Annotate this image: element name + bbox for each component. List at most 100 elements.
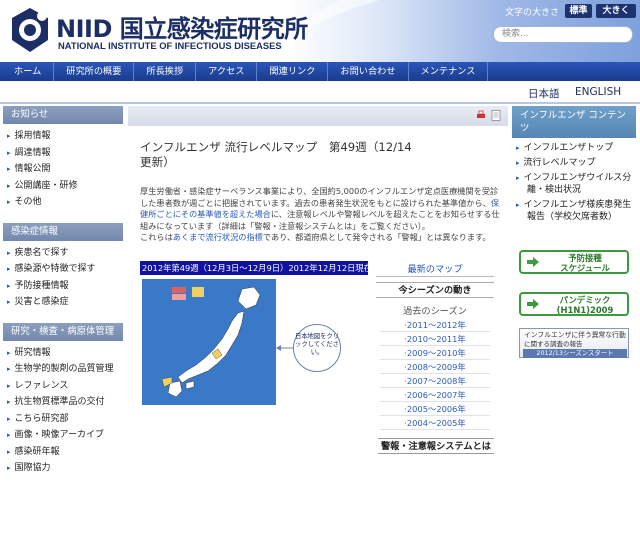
sidebar-heading-news: お知らせ xyxy=(3,106,123,124)
sidebar-item-influenza-top[interactable]: インフルエンザトップ xyxy=(512,142,636,154)
past-season-label: 2010～2011年 xyxy=(406,334,466,344)
past-season-link[interactable]: ·2008～2009年 xyxy=(380,360,490,374)
nav-greeting[interactable]: 所長挨拶 xyxy=(134,62,197,81)
description-paragraph: 厚生労働省・感染症サーベランス事業により、全国約5,000のインフルエンザ定点医… xyxy=(140,186,502,232)
search-input[interactable]: 検索... xyxy=(493,26,633,43)
nav-home[interactable]: ホーム xyxy=(0,62,55,81)
page-title-line2: 更新） xyxy=(140,155,175,169)
sidebar-item-school-absence[interactable]: インフルエンザ様疾患発生報告（学校欠席者数） xyxy=(512,199,636,223)
sidebar-item-antibiotics[interactable]: 抗生物質標準品の交付 xyxy=(3,394,123,411)
font-size-label: 文字の大きさ xyxy=(505,8,560,18)
sidebar-item-virus-detection[interactable]: インフルエンザウイルス分離・検出状況 xyxy=(512,172,636,196)
site-title[interactable]: NIID 国立感染症研究所 xyxy=(56,9,308,44)
indicator-link[interactable]: あくまで流行状況の指標 xyxy=(173,232,263,242)
sidebar-item-level-map[interactable]: 流行レベルマップ xyxy=(512,157,636,169)
map-period-banner: 2012年第49週（12月3日〜12月9日）2012年12月12日現在 xyxy=(140,261,368,275)
past-season-link[interactable]: ·2009～2010年 xyxy=(380,346,490,360)
past-season-label: 2008～2009年 xyxy=(406,362,466,372)
past-season-link[interactable]: ·2005～2006年 xyxy=(380,402,490,416)
nav-about[interactable]: 研究所の概要 xyxy=(54,62,135,81)
past-season-label: 2006～2007年 xyxy=(406,390,466,400)
sidebar-item-source-search[interactable]: 感染源や特徴で探す xyxy=(3,261,123,278)
arrow-right-icon xyxy=(527,299,539,309)
font-size-standard-button[interactable]: 標準 xyxy=(565,4,592,18)
left-sidebar: お知らせ 採用情報 調達情報 情報公開 公開講座・研修 その他 感染症情報 疾患… xyxy=(3,106,123,483)
page-title: インフルエンザ 流行レベルマップ 第49週（12/14 更新） xyxy=(140,140,440,170)
description-text-a: 厚生労働省・感染症サーベランス事業により、全国約5,000のインフルエンザ定点医… xyxy=(140,186,499,208)
alert-system-link[interactable]: 警報・注意報システムとは xyxy=(378,438,494,454)
button-label-line2: スケジュール xyxy=(560,263,610,273)
past-season-link[interactable]: ·2007～2008年 xyxy=(380,374,490,388)
sidebar-item-disclosure[interactable]: 情報公開 xyxy=(3,161,123,178)
site-header: NIID 国立感染症研究所 NATIONAL INSTITUTE OF INFE… xyxy=(0,0,640,62)
sidebar-item-international[interactable]: 国際協力 xyxy=(3,460,123,477)
sidebar-item-procurement[interactable]: 調達情報 xyxy=(3,145,123,162)
lang-japanese[interactable]: 日本語 xyxy=(528,86,560,101)
sidebar-item-vaccination[interactable]: 予防接種情報 xyxy=(3,278,123,295)
past-season-link[interactable]: ·2004～2005年 xyxy=(380,416,490,430)
past-season-label: 2009～2010年 xyxy=(406,348,466,358)
japan-map-icon[interactable] xyxy=(142,279,276,405)
sidebar-item-label-cont: 報告（学校欠席者数） xyxy=(527,212,618,222)
print-icon[interactable] xyxy=(476,110,486,120)
disclaimer-text-b: であり、都道府県として発令される「警報」とは異なります。 xyxy=(262,232,491,242)
lang-english[interactable]: ENGLISH xyxy=(575,86,621,98)
legend-alert-swatch xyxy=(172,294,186,300)
legend-mid-swatch xyxy=(192,287,204,297)
sidebar-item-archive[interactable]: 画像・映像アーカイブ xyxy=(3,427,123,444)
nav-contact[interactable]: お問い合わせ xyxy=(328,62,409,81)
sidebar-item-research-info[interactable]: 研究情報 xyxy=(3,345,123,362)
site-subtitle: NATIONAL INSTITUTE OF INFECTIOUS DISEASE… xyxy=(58,40,282,51)
banner-text-line2: に関する調査の報告 xyxy=(524,340,583,348)
pandemic-h1n1-button[interactable]: パンデミック (H1N1)2009 xyxy=(519,292,629,316)
main-nav: ホーム 研究所の概要 所長挨拶 アクセス 関連リンク お問い合わせ メンテナンス xyxy=(0,62,640,81)
disclaimer-text-a: これらは xyxy=(140,232,173,242)
sidebar-heading-research: 研究・検査・病原体管理 xyxy=(3,322,123,341)
main-content: インフルエンザ 流行レベルマップ 第49週（12/14 更新） 厚生労働省・感染… xyxy=(128,106,508,541)
sidebar-item-other[interactable]: その他 xyxy=(3,194,123,211)
abnormal-behavior-banner[interactable]: インフルエンザに伴う異常な行動 に関する調査の報告 2012/13シーズンスター… xyxy=(519,328,629,358)
arrow-right-icon xyxy=(527,257,539,267)
sidebar-item-label: インフルエンザトップ xyxy=(523,143,614,153)
sidebar-item-label: インフルエンザウイルス分 xyxy=(523,173,632,183)
sidebar-item-reference[interactable]: レファレンス xyxy=(3,378,123,395)
sidebar-item-biologics[interactable]: 生物学的製剤の品質管理 xyxy=(3,361,123,378)
nav-access[interactable]: アクセス xyxy=(196,62,258,81)
this-season-link[interactable]: 今シーズンの動き xyxy=(376,282,494,298)
map-click-note: 日本地図をクリックしてください。 xyxy=(293,324,341,372)
past-season-link[interactable]: ·2010～2011年 xyxy=(380,332,490,346)
sidebar-item-disaster[interactable]: 災害と感染症 xyxy=(3,294,123,311)
sidebar-item-lectures[interactable]: 公開講座・研修 xyxy=(3,178,123,195)
arrow-left-icon xyxy=(276,345,294,351)
sidebar-item-disease-search[interactable]: 疾患名で探す xyxy=(3,245,123,262)
page-title-line1: インフルエンザ 流行レベルマップ 第49週（12/14 xyxy=(140,140,412,154)
past-season-label: 2005～2006年 xyxy=(406,404,466,414)
past-season-label: 2004～2005年 xyxy=(406,418,466,428)
sidebar-heading-influenza: インフルエンザ コンテンツ xyxy=(512,106,636,138)
document-icon[interactable] xyxy=(491,110,501,121)
sidebar-item-label-cont: 離・検出状況 xyxy=(527,185,582,195)
japan-map[interactable] xyxy=(142,279,276,405)
banner-text-line1: インフルエンザに伴う異常な行動 xyxy=(524,331,626,339)
past-season-link[interactable]: ·2011～2012年 xyxy=(380,318,490,332)
nav-maintenance[interactable]: メンテナンス xyxy=(409,62,489,81)
vaccination-schedule-button[interactable]: 予防接種 スケジュール xyxy=(519,250,629,274)
sidebar-item-recruit[interactable]: 採用情報 xyxy=(3,128,123,145)
nav-links[interactable]: 関連リンク xyxy=(257,62,329,81)
banner-text-line3: 2012/13シーズンスタート xyxy=(523,349,627,358)
past-season-link[interactable]: ·2006～2007年 xyxy=(380,388,490,402)
past-season-label: 2007～2008年 xyxy=(406,376,466,386)
past-season-label: 2011～2012年 xyxy=(406,320,466,330)
legend-warning-swatch xyxy=(172,287,186,293)
button-label-line1: 予防接種 xyxy=(568,253,602,263)
sidebar-item-departments[interactable]: こちら研究部 xyxy=(3,411,123,428)
past-seasons-label: 過去のシーズン xyxy=(403,306,467,317)
font-size-large-button[interactable]: 大きく xyxy=(596,4,636,18)
button-label-line2: (H1N1)2009 xyxy=(556,305,614,315)
sidebar-item-label: 流行レベルマップ xyxy=(523,158,596,168)
niid-logo-icon[interactable] xyxy=(8,6,52,54)
button-label-line1: パンデミック xyxy=(559,295,611,305)
latest-map-link[interactable]: 最新のマップ xyxy=(376,263,494,277)
past-seasons-list: ·2011～2012年 ·2010～2011年 ·2009～2010年 ·200… xyxy=(380,318,490,430)
sidebar-item-annual-report[interactable]: 感染研年報 xyxy=(3,444,123,461)
